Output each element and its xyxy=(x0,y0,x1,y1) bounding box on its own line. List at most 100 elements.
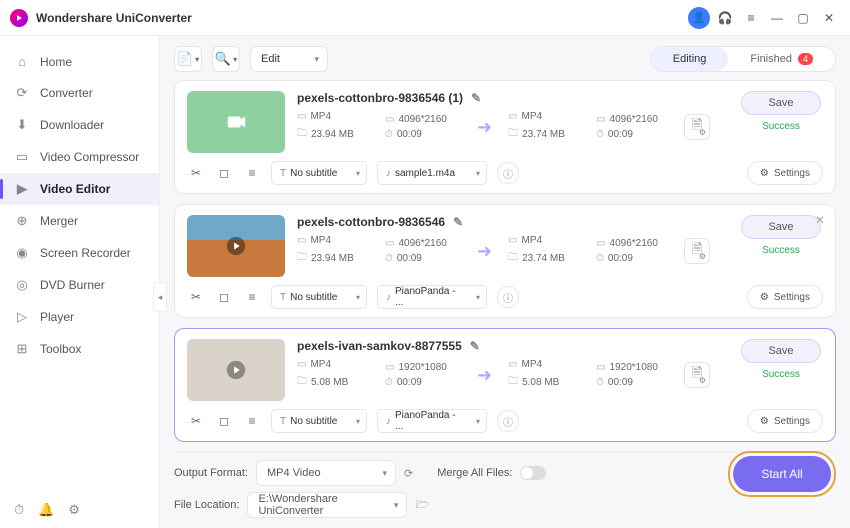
sidebar-item-label: Converter xyxy=(40,86,93,100)
sidebar-item-home[interactable]: ⌂Home xyxy=(0,46,159,77)
record-icon: ◉ xyxy=(14,245,30,261)
rename-icon[interactable]: ✎ xyxy=(470,339,480,353)
rename-icon[interactable]: ✎ xyxy=(471,91,481,105)
output-settings-button[interactable]: 🗎 xyxy=(684,238,710,264)
file-name: pexels-cottonbro-9836546 (1) xyxy=(297,91,463,105)
trim-icon[interactable]: ✂ xyxy=(187,414,205,428)
file-list: pexels-cottonbro-9836546 (1)✎ ▭MP4🗀23.94… xyxy=(174,80,836,451)
edit-dropdown[interactable]: Edit xyxy=(250,46,328,72)
output-format-dropdown[interactable]: MP4 Video xyxy=(256,460,396,486)
start-all-button[interactable]: Start All xyxy=(733,456,831,492)
subtitle-dropdown[interactable]: TNo subtitle xyxy=(271,285,367,309)
audio-dropdown[interactable]: ♪sample1.m4a xyxy=(377,161,487,185)
settings-button[interactable]: ⚙Settings xyxy=(747,161,823,185)
status-tabs: Editing Finished4 xyxy=(650,46,836,72)
crop-icon[interactable]: ◻ xyxy=(215,414,233,428)
output-refresh-icon[interactable]: ⟳ xyxy=(404,467,413,480)
settings-button[interactable]: ⚙Settings xyxy=(747,285,823,309)
save-button[interactable]: Save xyxy=(741,215,821,239)
video-thumbnail[interactable] xyxy=(187,215,285,277)
add-file-button[interactable]: 📄▾ xyxy=(174,46,202,72)
sidebar-item-label: Toolbox xyxy=(40,342,81,356)
file-card: pexels-cottonbro-9836546 (1)✎ ▭MP4🗀23.94… xyxy=(174,80,836,194)
main-panel: 📄▾ 🔍▾ Edit Editing Finished4 pexels-cott… xyxy=(160,36,850,528)
rename-icon[interactable]: ✎ xyxy=(453,215,463,229)
help-icon[interactable]: ⓘ xyxy=(497,162,519,184)
video-thumbnail[interactable] xyxy=(187,339,285,401)
more-icon[interactable]: ≡ xyxy=(243,414,261,428)
footer: Output Format: MP4 Video ⟳ Merge All Fil… xyxy=(174,451,836,518)
save-button[interactable]: Save xyxy=(741,91,821,115)
crop-icon[interactable]: ◻ xyxy=(215,290,233,304)
menu-icon[interactable]: ≡ xyxy=(740,7,762,29)
help-icon[interactable]: ⓘ xyxy=(497,410,519,432)
sidebar-item-toolbox[interactable]: ⊞ Toolbox xyxy=(0,333,159,365)
trim-icon[interactable]: ✂ xyxy=(187,166,205,180)
audio-dropdown[interactable]: ♪PianoPanda - ... xyxy=(377,409,487,433)
gear-icon: ⚙ xyxy=(760,292,769,303)
sidebar-item-screen-recorder[interactable]: ◉ Screen Recorder xyxy=(0,237,159,269)
settings-button[interactable]: ⚙Settings xyxy=(747,409,823,433)
subtitle-dropdown[interactable]: TNo subtitle xyxy=(271,161,367,185)
arrow-icon: ➜ xyxy=(473,241,496,262)
video-thumbnail[interactable] xyxy=(187,91,285,153)
sidebar-item-player[interactable]: ▷Player xyxy=(0,301,159,333)
res-icon: ▭ xyxy=(385,114,394,125)
remove-item-button[interactable]: ✕ xyxy=(815,213,825,227)
arrow-icon: ➜ xyxy=(473,117,496,138)
toolbox-icon: ⊞ xyxy=(14,341,30,357)
sidebar-item-label: Video Compressor xyxy=(40,150,139,164)
trim-icon[interactable]: ✂ xyxy=(187,290,205,304)
more-icon[interactable]: ≡ xyxy=(243,166,261,180)
sidebar-item-label: Downloader xyxy=(40,118,104,132)
merge-toggle[interactable] xyxy=(520,466,546,480)
sidebar-item-video-editor[interactable]: ▶Video Editor xyxy=(0,173,159,205)
sidebar-item-label: Merger xyxy=(40,214,78,228)
sidebar-item-converter[interactable]: ⟳Converter xyxy=(0,77,159,109)
file-card: ✕ pexels-cottonbro-9836546✎ ▭MP4🗀23.94 M… xyxy=(174,204,836,318)
editor-icon: ▶ xyxy=(14,181,30,197)
bell-icon[interactable]: 🔔 xyxy=(38,502,54,518)
output-format-label: Output Format: xyxy=(174,467,248,479)
maximize-button[interactable]: ▢ xyxy=(792,7,814,29)
status-text: Success xyxy=(762,369,800,380)
audio-dropdown[interactable]: ♪PianoPanda - ... xyxy=(377,285,487,309)
file-location-dropdown[interactable]: E:\Wondershare UniConverter xyxy=(247,492,407,518)
sidebar-item-compressor[interactable]: ▭ Video Compressor xyxy=(0,141,159,173)
tab-finished[interactable]: Finished4 xyxy=(728,47,835,71)
file-name: pexels-cottonbro-9836546 xyxy=(297,215,445,229)
close-button[interactable]: ✕ xyxy=(818,7,840,29)
account-avatar[interactable]: 👤 xyxy=(688,7,710,29)
output-settings-button[interactable]: 🗎 xyxy=(684,114,710,140)
open-folder-icon[interactable]: 🗁 xyxy=(415,496,429,515)
sidebar-item-label: DVD Burner xyxy=(40,278,105,292)
download-icon: ⬇ xyxy=(14,117,30,133)
file-name: pexels-ivan-samkov-8877555 xyxy=(297,339,462,353)
save-button[interactable]: Save xyxy=(741,339,821,363)
clock-icon[interactable]: ⏱ xyxy=(14,502,24,518)
add-url-button[interactable]: 🔍▾ xyxy=(212,46,240,72)
minimize-button[interactable]: — xyxy=(766,7,788,29)
settings-gear-icon[interactable]: ⚙ xyxy=(68,502,80,518)
output-settings-button[interactable]: 🗎 xyxy=(684,362,710,388)
crop-icon[interactable]: ◻ xyxy=(215,166,233,180)
more-icon[interactable]: ≡ xyxy=(243,290,261,304)
tab-editing[interactable]: Editing xyxy=(651,47,729,71)
file-location-label: File Location: xyxy=(174,499,239,511)
sidebar-item-dvd-burner[interactable]: ◎DVD Burner xyxy=(0,269,159,301)
merge-icon: ⊕ xyxy=(14,213,30,229)
toolbar: 📄▾ 🔍▾ Edit Editing Finished4 xyxy=(174,46,836,72)
sidebar-item-merger[interactable]: ⊕ Merger xyxy=(0,205,159,237)
sidebar-item-label: Screen Recorder xyxy=(40,246,131,260)
compress-icon: ▭ xyxy=(14,149,30,165)
help-icon[interactable]: ⓘ xyxy=(497,286,519,308)
sidebar-collapse-button[interactable]: ◂ xyxy=(153,282,167,312)
subtitle-dropdown[interactable]: TNo subtitle xyxy=(271,409,367,433)
sidebar-item-label: Player xyxy=(40,310,74,324)
support-icon[interactable]: 🎧 xyxy=(714,7,736,29)
finished-count-badge: 4 xyxy=(798,53,813,65)
app-logo-icon xyxy=(10,9,28,27)
file-card: pexels-ivan-samkov-8877555✎ ▭MP4🗀5.08 MB… xyxy=(174,328,836,442)
sidebar-item-downloader[interactable]: ⬇ Downloader xyxy=(0,109,159,141)
start-all-highlight: Start All xyxy=(728,451,836,497)
